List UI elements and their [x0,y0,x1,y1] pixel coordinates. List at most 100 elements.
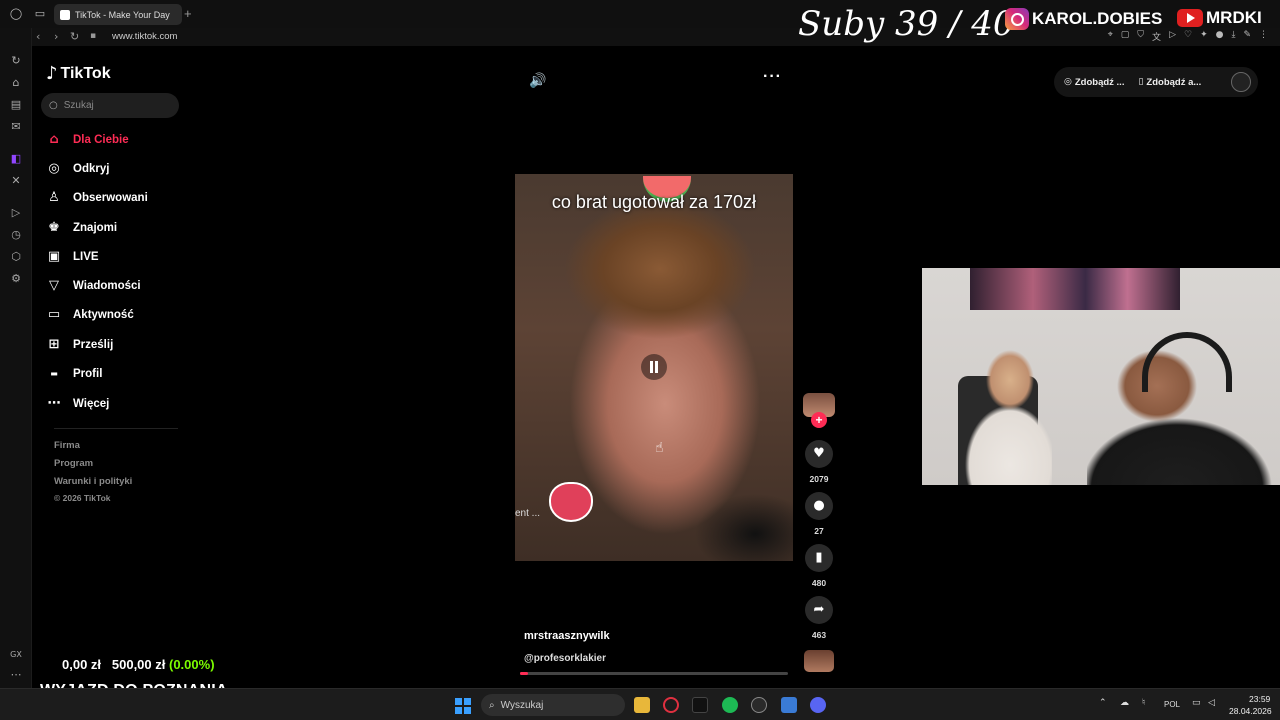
sidebar-item-messages[interactable]: ▽ Wiadomości [46,277,141,295]
new-tab-button[interactable]: + [184,6,192,21]
tiktok-logo[interactable]: ♪ TikTok [46,63,111,84]
taskbar-search[interactable]: ⌕ Wyszukaj [481,694,625,716]
onedrive-icon[interactable]: ☁ [1120,698,1129,708]
sidebar-item-live[interactable]: ▣ LIVE [46,248,99,266]
search-input[interactable] [63,100,164,111]
lock-icon: ▪ [90,31,97,41]
compass-icon: ◎ [48,161,60,176]
reload-button[interactable]: ↻ [70,30,79,43]
video-author-name[interactable]: mrstraasznywilk [524,630,610,642]
share-button[interactable]: ➦ [805,596,833,624]
sidebar-item-label: Wiadomości [73,280,141,292]
ai-icon[interactable]: ✎ [1243,30,1251,43]
clock-time[interactable]: 23:59 [1249,694,1270,704]
terminal-icon[interactable] [692,697,708,713]
sidebar-item-label: LIVE [73,251,99,263]
sidebar-item-profile[interactable]: ▬ Profil [46,365,102,383]
search-box[interactable]: ○ [41,93,179,118]
speaker-icon[interactable]: ◁ [1208,698,1215,708]
back-button[interactable]: ‹ [36,30,40,43]
url-field[interactable]: www.tiktok.com [112,31,177,42]
youtube-icon [1177,9,1203,27]
heart-icon[interactable]: ♡ [1184,30,1192,43]
save-count: 480 [811,578,827,588]
footer-link-terms[interactable]: Warunki i polityki [54,476,132,487]
comment-button[interactable]: ● [805,492,833,520]
play-icon[interactable]: ▷ [1169,30,1176,43]
discord-icon[interactable] [810,697,826,713]
tiktok-favicon-icon [60,9,70,20]
tab-tiktok[interactable]: TikTok - Make Your Day [54,4,182,25]
get-app-button[interactable]: ▯ Zdobądź a... [1138,77,1201,88]
rail-more-icon[interactable]: ⋯ [9,668,23,682]
wallet-icon[interactable]: ▤ [9,98,23,112]
opera-gx-icon[interactable] [663,697,679,713]
clock-icon[interactable]: ◷ [9,228,23,242]
gx-icon[interactable]: GX [9,648,23,662]
comment-count: 27 [814,526,824,536]
twitch-icon[interactable]: ◧ [9,152,23,166]
forward-button[interactable]: › [54,30,58,43]
footer-link-company[interactable]: Firma [54,440,80,451]
sound-handle[interactable]: @profesorklakier [524,653,606,664]
sidebar-item-explore[interactable]: ◎ Odkryj [46,160,109,178]
video-more-options-icon[interactable]: ··· [763,68,782,86]
tab-title: TikTok - Make Your Day [75,9,170,20]
heart-icon: ♥ [813,446,825,461]
download-icon[interactable]: ⤓ [1231,30,1235,43]
instagram-handle: KAROL.DOBIES [1005,8,1162,30]
get-coins-button[interactable]: ◎ Zdobądź ... [1064,77,1124,88]
mail-icon[interactable]: ✉ [9,120,23,134]
settings-icon[interactable]: ⚙ [9,272,23,286]
sidebar-item-upload[interactable]: ⊞ Prześlij [46,336,114,354]
history-icon[interactable]: ↻ [9,54,23,68]
save-button[interactable]: ▮ [805,544,833,572]
pause-icon[interactable] [641,354,667,380]
extensions-icon[interactable]: ✦ [1200,30,1208,43]
video-player[interactable]: co brat ugotował za 170zł ent ... [515,174,793,561]
tab-switcher-icon[interactable]: ▭ [33,7,47,21]
obs-icon[interactable] [751,697,767,713]
footer-link-program[interactable]: Program [54,458,93,469]
footer-copyright: © 2026 TikTok [54,493,111,503]
account-icon[interactable]: ● [1216,30,1224,43]
donation-amount: 0,00 zł [62,657,102,672]
like-button[interactable]: ♥ [805,440,833,468]
instagram-icon [1005,8,1029,30]
translate-icon[interactable]: 文 [1152,30,1161,43]
video-progress-fill [520,672,529,675]
more-icon: ⋯ [47,396,61,411]
microphone-icon[interactable]: ♮ [1142,698,1145,708]
sidebar-item-more[interactable]: ⋯ Więcej [46,395,110,413]
language-indicator[interactable]: POL [1164,700,1180,709]
player-icon[interactable]: ▷ [9,206,23,220]
follow-plus-icon[interactable]: + [811,412,827,428]
start-button[interactable] [455,698,471,714]
x-icon[interactable]: ✕ [9,174,23,188]
news-icon[interactable]: ⌂ [9,76,23,90]
sidebar-item-for-you[interactable]: ⌂ Dla Ciebie [46,131,128,149]
file-explorer-icon[interactable] [634,697,650,713]
app-icon[interactable] [781,697,797,713]
sound-disc[interactable] [804,650,834,672]
video-progress-bar[interactable] [520,672,788,675]
opera-logo-icon[interactable]: ◯ [9,7,23,21]
youtube-handle: MRDKI [1177,8,1262,28]
shield-icon[interactable]: ⛉ [1137,30,1144,43]
spotify-icon[interactable] [722,697,738,713]
volume-icon[interactable]: 🔊 [529,73,546,89]
coin-icon: ◎ [1064,77,1072,87]
menu-icon[interactable]: ⋮ [1259,30,1268,43]
sidebar-item-following[interactable]: ♙ Obserwowani [46,189,148,207]
clock-date[interactable]: 28.04.2026 [1229,706,1272,716]
heart-sticker [549,482,593,522]
tray-chevron-icon[interactable]: ⌃ [1099,698,1107,708]
screenshot-icon[interactable]: ▢ [1121,30,1130,43]
pin-icon[interactable]: ⌖ [1108,30,1113,43]
network-icon[interactable]: ▭ [1192,698,1201,708]
cube-icon[interactable]: ⬡ [9,250,23,264]
sidebar-item-friends[interactable]: ♚ Znajomi [46,219,117,237]
upload-icon: ⊞ [48,337,60,352]
user-avatar[interactable] [1231,72,1251,92]
sidebar-item-activity[interactable]: ▭ Aktywność [46,306,134,324]
